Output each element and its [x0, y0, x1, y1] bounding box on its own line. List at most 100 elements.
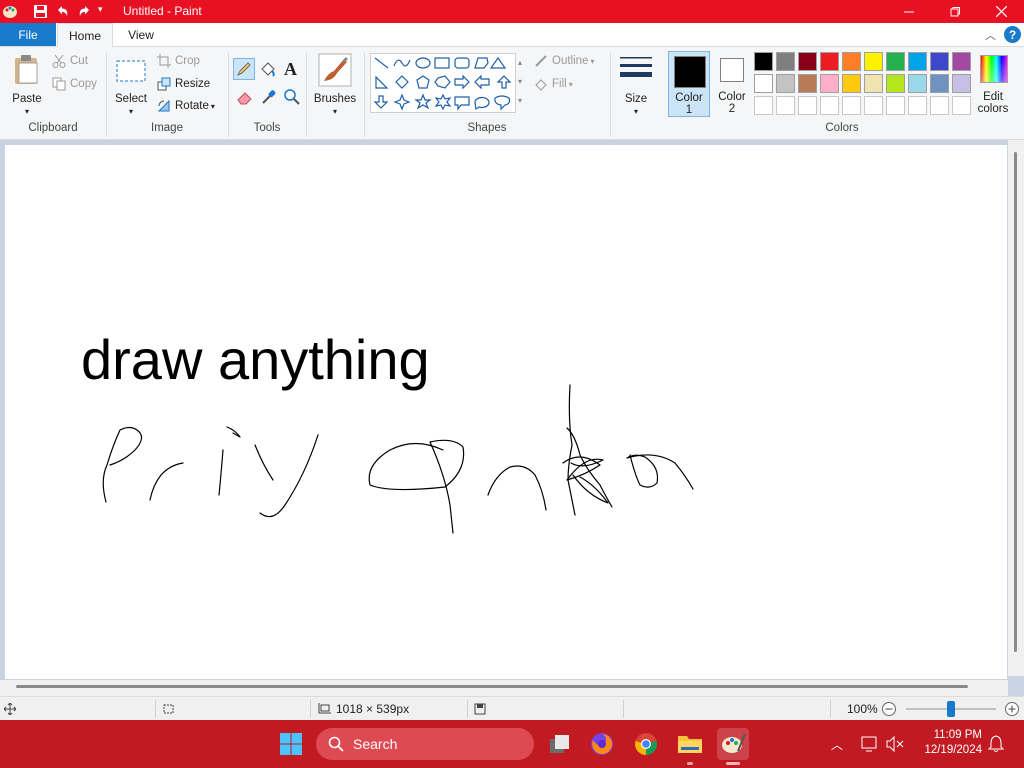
zoom-in-button[interactable] — [1004, 697, 1020, 721]
zoom-out-icon — [882, 702, 896, 716]
color-swatch[interactable] — [952, 52, 971, 71]
divider — [830, 700, 831, 718]
color-swatch[interactable] — [952, 74, 971, 93]
canvas-size-icon — [318, 703, 331, 714]
color-swatch[interactable] — [886, 96, 905, 115]
color-swatch[interactable] — [908, 96, 927, 115]
collapse-ribbon-icon[interactable]: ︿ — [985, 27, 999, 42]
eraser-icon[interactable] — [235, 87, 255, 107]
fill-button[interactable]: Fill ▾ — [534, 77, 573, 91]
pencil-tool[interactable] — [233, 58, 255, 80]
file-size — [474, 697, 486, 721]
color-swatch[interactable] — [886, 52, 905, 71]
color-swatch[interactable] — [754, 96, 773, 115]
color-swatch[interactable] — [798, 96, 817, 115]
ribbon: Paste ▾ Cut Copy Clipboard Select ▾ Crop… — [0, 47, 1024, 140]
taskbar-search[interactable]: Search — [316, 728, 534, 760]
size-button[interactable]: Size ▾ — [616, 51, 656, 116]
magnifier-icon[interactable] — [282, 87, 302, 107]
help-icon[interactable]: ? — [1004, 26, 1021, 43]
close-button[interactable] — [978, 0, 1024, 23]
resize-button[interactable]: Resize — [157, 77, 210, 91]
color-swatch[interactable] — [798, 52, 817, 71]
tab-view[interactable]: View — [118, 23, 164, 46]
color-swatch[interactable] — [776, 52, 795, 71]
outline-icon — [535, 55, 547, 67]
notification-bell-icon[interactable] — [988, 735, 1004, 753]
color-swatch[interactable] — [864, 52, 883, 71]
zoom-out-button[interactable] — [881, 697, 897, 721]
color-swatch[interactable] — [930, 96, 949, 115]
color-swatch[interactable] — [754, 74, 773, 93]
crop-button[interactable]: Crop — [157, 54, 200, 68]
color-swatch[interactable] — [930, 74, 949, 93]
zoom-slider[interactable] — [906, 697, 996, 721]
network-icon[interactable] — [861, 736, 879, 752]
rotate-button[interactable]: Rotate ▾ — [157, 99, 215, 113]
color-swatch[interactable] — [842, 74, 861, 93]
system-clock[interactable]: 11:09 PM 12/19/2024 — [912, 728, 982, 758]
drawing-canvas[interactable]: draw anything — [5, 145, 1007, 679]
cut-button[interactable]: Cut — [52, 54, 88, 68]
color-swatch[interactable] — [842, 52, 861, 71]
paint-taskbar-button[interactable] — [717, 728, 749, 765]
start-button[interactable] — [275, 728, 307, 760]
task-view-button[interactable] — [544, 728, 576, 760]
save-icon[interactable] — [32, 3, 49, 20]
edit-colors-button[interactable]: Edit colors — [976, 53, 1012, 117]
outline-button[interactable]: Outline ▾ — [534, 54, 594, 68]
brushes-button[interactable]: Brushes ▾ — [311, 51, 359, 116]
ribbon-tabs: File Home View ︿ ? — [0, 23, 1024, 47]
color-swatch[interactable] — [908, 52, 927, 71]
tools-group-label: Tools — [253, 122, 281, 134]
color2-swatch — [720, 58, 744, 82]
shapes-scroll[interactable]: ▴ ▾ ▾ — [514, 53, 526, 111]
color-picker-icon[interactable] — [259, 87, 279, 107]
fill-bucket-icon[interactable] — [258, 60, 278, 80]
text-tool-icon[interactable]: A — [284, 59, 297, 80]
zoom-thumb[interactable] — [947, 701, 955, 717]
color-swatch[interactable] — [930, 52, 949, 71]
colors-group-label: Colors — [825, 122, 859, 134]
color-swatch[interactable] — [842, 96, 861, 115]
color-swatch[interactable] — [754, 52, 773, 71]
color-swatch[interactable] — [864, 74, 883, 93]
color-swatch[interactable] — [864, 96, 883, 115]
crop-label: Crop — [175, 55, 200, 67]
color-swatch[interactable] — [820, 52, 839, 71]
horizontal-scrollbar[interactable] — [0, 680, 1008, 696]
scroll-thumb[interactable] — [16, 685, 968, 688]
select-button[interactable]: Select ▾ — [112, 51, 150, 116]
minimize-button[interactable] — [886, 0, 932, 23]
color2-button[interactable]: Color 2 — [712, 51, 752, 117]
file-explorer-button[interactable] — [674, 728, 706, 765]
color-swatch[interactable] — [886, 74, 905, 93]
color-swatch[interactable] — [798, 74, 817, 93]
cursor-position — [4, 697, 16, 721]
vertical-scrollbar[interactable] — [1008, 140, 1024, 676]
cut-label: Cut — [70, 55, 88, 67]
copy-button[interactable]: Copy — [52, 77, 97, 91]
color1-button[interactable]: Color 1 — [668, 51, 710, 117]
show-hidden-icons-button[interactable]: ︿ — [831, 736, 843, 753]
shapes-gallery[interactable] — [370, 53, 516, 113]
color-swatch[interactable] — [908, 74, 927, 93]
volume-muted-icon[interactable] — [886, 736, 904, 752]
color-swatch[interactable] — [820, 96, 839, 115]
quick-access-dropdown-icon[interactable]: ▾ — [98, 4, 103, 15]
windows-logo-icon — [280, 733, 302, 755]
undo-icon[interactable] — [54, 3, 71, 20]
color-swatch[interactable] — [776, 96, 795, 115]
redo-icon[interactable] — [76, 3, 93, 20]
paint-app-icon[interactable] — [2, 3, 19, 20]
color-swatch[interactable] — [776, 74, 795, 93]
color-swatch[interactable] — [820, 74, 839, 93]
color-swatch[interactable] — [952, 96, 971, 115]
chrome-button[interactable] — [630, 728, 662, 760]
scroll-thumb[interactable] — [1014, 152, 1017, 652]
tab-home[interactable]: Home — [57, 23, 113, 47]
tab-file[interactable]: File — [0, 23, 56, 46]
paste-button[interactable]: Paste ▾ — [8, 51, 46, 116]
firefox-button[interactable] — [586, 728, 618, 760]
maximize-button[interactable] — [932, 0, 978, 23]
